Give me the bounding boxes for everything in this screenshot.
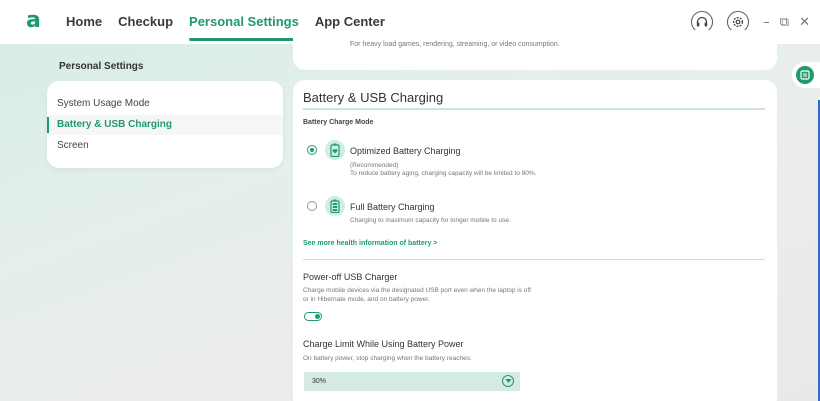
app-logo[interactable]: a (26, 10, 46, 32)
usage-mode-description: For heavy load games, rendering, streami… (350, 41, 560, 48)
chevron-down-icon[interactable] (502, 375, 514, 387)
sidebar-item-battery-usb-charging[interactable]: Battery & USB Charging (47, 115, 283, 135)
list-icon (796, 66, 814, 84)
nav-checkup[interactable]: Checkup (118, 0, 173, 44)
page-title: Battery & USB Charging (303, 90, 444, 105)
charge-limit-description: On battery power, stop charging when the… (303, 355, 472, 362)
battery-full-icon (325, 196, 345, 216)
optimized-charging-description: To reduce battery aging, charging capaci… (350, 170, 537, 177)
title-divider (303, 108, 765, 110)
nav-personal-settings[interactable]: Personal Settings (189, 0, 299, 44)
battery-heart-icon (325, 140, 345, 160)
charge-limit-select[interactable]: 30% (304, 372, 520, 391)
optimized-charging-radio[interactable] (307, 145, 317, 155)
optimized-charging-recommended: (Recommended) (350, 162, 399, 169)
close-button[interactable]: ✕ (799, 15, 810, 30)
usb-charger-description-line1: Charge mobile devices via the designated… (303, 287, 531, 294)
optimized-charging-title: Optimized Battery Charging (350, 146, 461, 156)
sidebar-item-screen[interactable]: Screen (47, 136, 283, 156)
charge-limit-title: Charge Limit While Using Battery Power (303, 339, 464, 349)
battery-health-link[interactable]: See more health information of battery > (303, 240, 437, 247)
usb-charger-toggle[interactable] (304, 312, 322, 321)
usb-charger-description-line2: or in Hibernate mode, and on battery pow… (303, 296, 430, 303)
battery-charge-mode-label: Battery Charge Mode (303, 119, 374, 126)
full-charging-title: Full Battery Charging (350, 202, 435, 212)
full-charging-description: Charging to maximum capacity for longer … (350, 217, 511, 224)
minimize-button[interactable]: – (763, 15, 770, 30)
nav-home[interactable]: Home (66, 0, 102, 44)
full-charging-radio[interactable] (307, 201, 317, 211)
charge-limit-value: 30% (312, 378, 327, 385)
restore-button[interactable]: ⧉ (780, 15, 789, 30)
usage-mode-card: For heavy load games, rendering, streami… (293, 30, 777, 70)
side-panel-button[interactable] (792, 62, 820, 88)
sidebar-item-system-usage-mode[interactable]: System Usage Mode (47, 94, 283, 114)
usb-charger-title: Power-off USB Charger (303, 272, 398, 282)
sidebar-menu: System Usage Mode Battery & USB Charging… (47, 81, 283, 168)
sidebar-title: Personal Settings (59, 61, 144, 72)
battery-usb-card: Battery & USB Charging Battery Charge Mo… (293, 80, 777, 401)
section-divider (303, 259, 765, 260)
